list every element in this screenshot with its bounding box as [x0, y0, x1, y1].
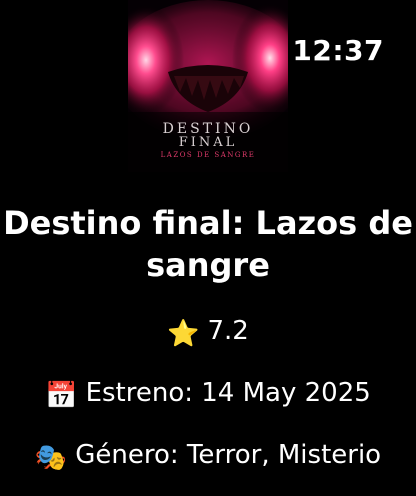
theater-masks-icon: 🎭 — [34, 443, 68, 473]
release-row: 📅 Estreno: 14 May 2025 — [0, 378, 416, 411]
status-time: 12:37 — [292, 34, 384, 67]
genre-text: Género: Terror, Misterio — [75, 440, 382, 470]
movie-title: Destino final: Lazos de sangre — [3, 204, 413, 284]
movie-poster: DESTINO FINAL LAZOS DE SANGRE — [128, 0, 288, 172]
poster-title-line2: FINAL — [178, 135, 238, 150]
calendar-icon: 📅 — [45, 381, 78, 411]
poster-subtitle: LAZOS DE SANGRE — [160, 151, 256, 159]
rating-row: ⭐ 7.2 — [0, 316, 416, 349]
genre-row: 🎭 Género: Terror, Misterio — [0, 440, 416, 473]
release-date: Estreno: 14 May 2025 — [85, 378, 371, 408]
rating-value: 7.2 — [207, 316, 249, 346]
star-icon: ⭐ — [167, 319, 200, 349]
